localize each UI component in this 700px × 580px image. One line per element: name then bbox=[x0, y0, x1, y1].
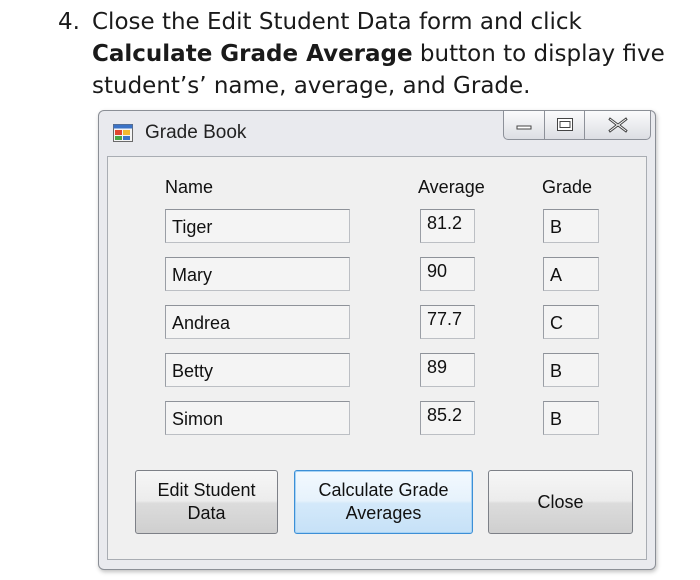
window-title: Grade Book bbox=[145, 122, 247, 143]
student-grade-field[interactable]: B bbox=[543, 401, 599, 435]
caption-buttons bbox=[503, 111, 651, 141]
calculate-grade-averages-button[interactable]: Calculate Grade Averages bbox=[294, 470, 473, 534]
student-grade-field[interactable]: B bbox=[543, 353, 599, 387]
student-grade-field[interactable]: C bbox=[543, 305, 599, 339]
step-number: 4. bbox=[58, 9, 80, 35]
close-icon bbox=[607, 117, 628, 133]
student-grade-field[interactable]: B bbox=[543, 209, 599, 243]
student-average-field[interactable]: 77.7 bbox=[420, 305, 475, 339]
step-text-before: Close the Edit Student Data form and cli… bbox=[92, 9, 582, 35]
minimize-icon bbox=[516, 125, 532, 130]
average-column-header: Average bbox=[418, 177, 485, 197]
instruction-text: 4. Close the Edit Student Data form and … bbox=[58, 6, 688, 102]
minimize-button[interactable] bbox=[503, 111, 545, 140]
form-app-icon bbox=[113, 124, 133, 142]
close-window-button[interactable] bbox=[585, 111, 651, 140]
student-grade-field[interactable]: A bbox=[543, 257, 599, 291]
grade-column-header: Grade bbox=[542, 177, 593, 197]
edit-student-data-button[interactable]: Edit Student Data bbox=[135, 470, 278, 534]
form-client-area: Name Average Grade Tiger 81.2 B Mary 90 … bbox=[107, 156, 647, 560]
name-column-header: Name bbox=[165, 177, 214, 197]
step-text: Close the Edit Student Data form and cli… bbox=[92, 6, 688, 102]
close-button[interactable]: Close bbox=[488, 470, 633, 534]
title-bar[interactable]: Grade Book bbox=[99, 111, 655, 155]
maximize-button[interactable] bbox=[545, 111, 585, 140]
student-name-field[interactable]: Mary bbox=[165, 257, 350, 291]
student-average-field[interactable]: 81.2 bbox=[420, 209, 475, 243]
student-average-field[interactable]: 90 bbox=[420, 257, 475, 291]
maximize-icon bbox=[556, 118, 573, 131]
student-name-field[interactable]: Simon bbox=[165, 401, 350, 435]
student-name-field[interactable]: Andrea bbox=[165, 305, 350, 339]
student-name-field[interactable]: Betty bbox=[165, 353, 350, 387]
student-average-field[interactable]: 89 bbox=[420, 353, 475, 387]
student-name-field[interactable]: Tiger bbox=[165, 209, 350, 243]
grade-book-window: Grade Book Name Average Grade Tiger 81.2… bbox=[98, 110, 656, 570]
step-text-bold: Calculate Grade Average bbox=[92, 41, 413, 67]
student-average-field[interactable]: 85.2 bbox=[420, 401, 475, 435]
